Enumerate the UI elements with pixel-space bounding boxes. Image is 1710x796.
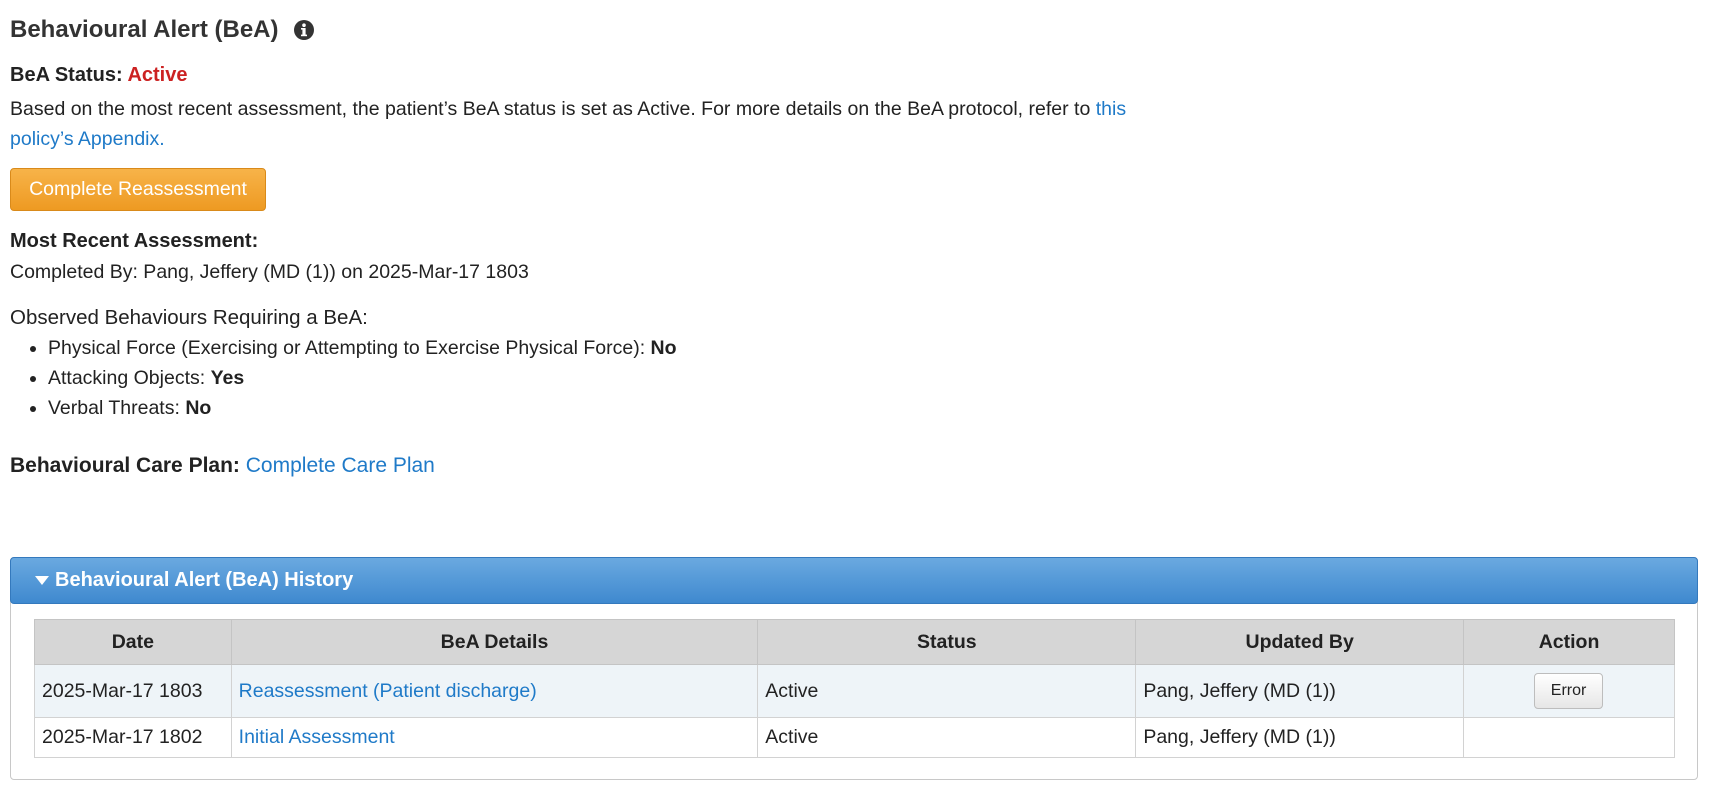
cell-updated-by: Pang, Jeffery (MD (1)) [1135, 664, 1465, 718]
page-title: Behavioural Alert (BeA) [10, 16, 315, 44]
behaviour-label: Attacking Objects: [48, 367, 206, 389]
details-link[interactable]: Initial Assessment [239, 726, 395, 748]
behaviour-value: No [185, 397, 212, 419]
table-row: 2025-Mar-17 1802 Initial Assessment Acti… [34, 717, 1675, 758]
table-header-row: Date BeA Details Status Updated By Actio… [34, 619, 1675, 665]
history-table: Date BeA Details Status Updated By Actio… [34, 619, 1675, 758]
column-header-date: Date [34, 619, 232, 665]
status-description: Based on the most recent assessment, the… [10, 94, 1150, 154]
column-header-status: Status [757, 619, 1137, 665]
table-row: 2025-Mar-17 1803 Reassessment (Patient d… [34, 664, 1675, 718]
cell-status: Active [757, 717, 1137, 758]
behaviour-label: Verbal Threats: [48, 397, 180, 419]
care-plan-row: Behavioural Care Plan: Complete Care Pla… [10, 454, 435, 478]
most-recent-assessment-heading: Most Recent Assessment: [10, 230, 259, 252]
column-header-action: Action [1463, 619, 1675, 665]
complete-reassessment-button[interactable]: Complete Reassessment [10, 168, 266, 211]
history-panel-header[interactable]: Behavioural Alert (BeA) History [10, 557, 1698, 604]
bea-status-label: BeA Status: [10, 64, 123, 86]
details-link[interactable]: Reassessment (Patient discharge) [239, 680, 537, 702]
cell-action [1463, 717, 1675, 758]
caret-down-icon [35, 576, 49, 585]
behaviour-label: Physical Force (Exercising or Attempting… [48, 337, 646, 359]
observed-behaviours-list: Physical Force (Exercising or Attempting… [10, 333, 677, 423]
care-plan-label: Behavioural Care Plan: [10, 454, 240, 477]
behaviour-value: Yes [210, 367, 245, 389]
cell-action: Error [1463, 664, 1675, 718]
behaviour-item-attacking-objects: Attacking Objects: Yes [48, 363, 677, 393]
info-icon[interactable] [293, 19, 315, 41]
bea-status-value: Active [127, 64, 188, 86]
behaviour-value: No [650, 337, 677, 359]
cell-updated-by: Pang, Jeffery (MD (1)) [1135, 717, 1465, 758]
cell-details: Initial Assessment [230, 717, 759, 758]
history-panel: Behavioural Alert (BeA) History Date BeA… [10, 557, 1698, 780]
complete-care-plan-link[interactable]: Complete Care Plan [246, 454, 435, 477]
history-panel-title: Behavioural Alert (BeA) History [55, 569, 354, 591]
cell-date: 2025-Mar-17 1803 [34, 664, 232, 718]
column-header-bea-details: BeA Details [230, 619, 759, 665]
observed-behaviours-heading: Observed Behaviours Requiring a BeA: [10, 306, 368, 329]
page-title-text: Behavioural Alert (BeA) [10, 16, 279, 43]
cell-date: 2025-Mar-17 1802 [34, 717, 232, 758]
error-button[interactable]: Error [1534, 673, 1604, 709]
completed-by-text: Completed By: Pang, Jeffery (MD (1)) on … [10, 261, 529, 283]
status-description-text: Based on the most recent assessment, the… [10, 98, 1096, 120]
behaviour-item-physical-force: Physical Force (Exercising or Attempting… [48, 333, 677, 363]
cell-status: Active [757, 664, 1137, 718]
bea-page: Behavioural Alert (BeA) BeA Status: Acti… [0, 0, 1710, 796]
cell-details: Reassessment (Patient discharge) [230, 664, 759, 718]
column-header-updated-by: Updated By [1135, 619, 1465, 665]
bea-status: BeA Status: Active [10, 64, 187, 87]
behaviour-item-verbal-threats: Verbal Threats: No [48, 393, 677, 423]
